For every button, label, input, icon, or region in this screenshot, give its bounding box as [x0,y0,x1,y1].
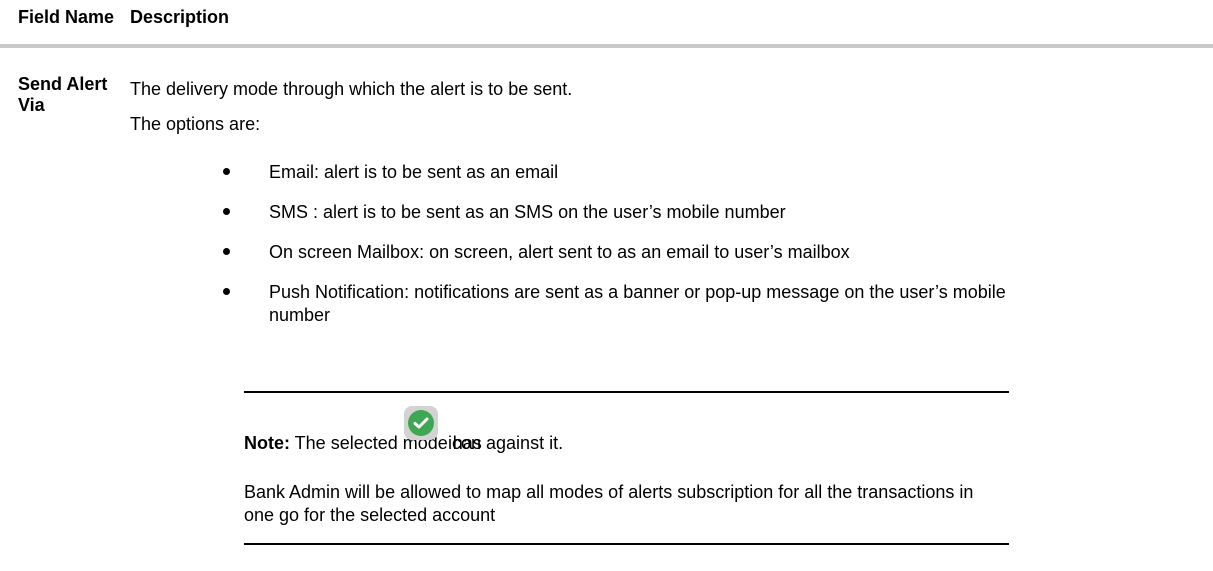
bullet-icon [223,168,230,175]
green-check-circle-icon [404,406,438,440]
note-bottom-divider [244,543,1009,545]
table-header-row: Field Name Description [0,0,1213,44]
option-email: Email: alert is to be sent as an email [269,162,559,182]
option-push-notification: Push Notification: notifications are sen… [269,282,1006,325]
description-intro: The delivery mode through which the aler… [130,79,573,99]
bank-admin-note: Bank Admin will be allowed to map all mo… [244,482,974,525]
note-label: Note: [244,433,290,453]
header-description: Description [130,7,230,27]
bullet-icon [223,288,230,295]
header-field-name: Field Name [18,7,115,27]
option-sms: SMS : alert is to be sent as an SMS on t… [269,202,786,222]
bullet-icon [223,248,230,255]
note-top-divider [244,391,1009,393]
option-on-screen-mailbox: On screen Mailbox: on screen, alert sent… [269,242,850,262]
bullet-icon [223,208,230,215]
check-mark [413,417,429,429]
field-name-send-alert-via: Send Alert Via [18,74,108,115]
note-line: Note: The selected mode has [244,432,482,454]
header-divider [0,44,1213,48]
options-label: The options are: [130,114,261,134]
note-text-after-icon: icon against it. [448,433,564,453]
